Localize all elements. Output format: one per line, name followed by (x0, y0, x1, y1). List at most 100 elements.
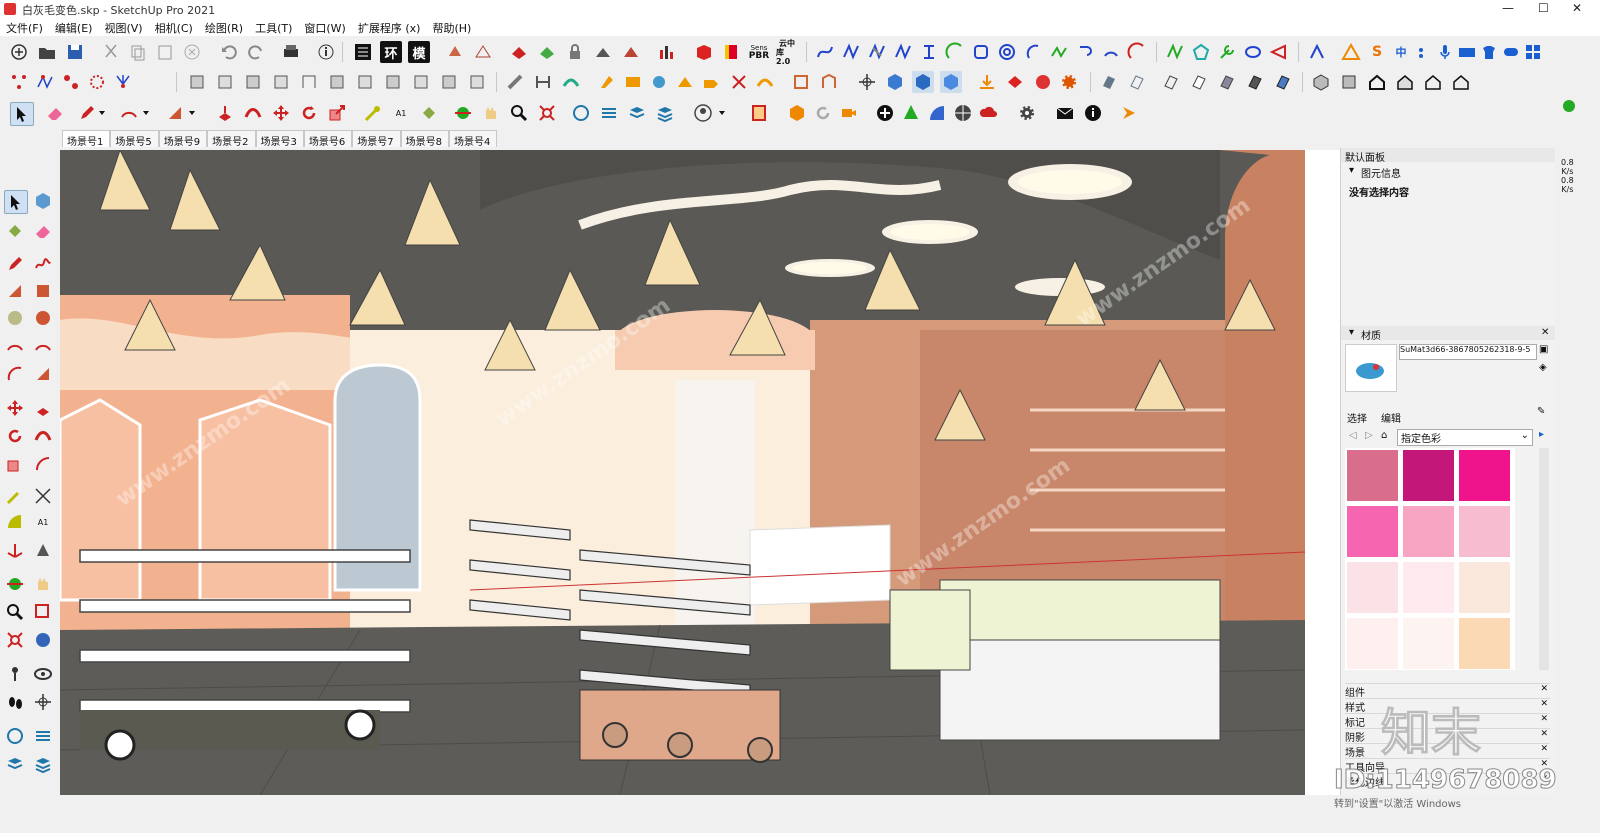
paint-bucket-icon[interactable] (418, 102, 440, 124)
cube-blue-3-icon[interactable] (940, 71, 962, 93)
text-tool-button[interactable]: A1 (390, 102, 412, 124)
rectangle-tool-icon[interactable] (164, 102, 186, 124)
tab-scene-5[interactable]: 场景号5 (110, 130, 159, 148)
import-tool-icon[interactable] (976, 71, 998, 93)
swatch[interactable] (1403, 506, 1454, 557)
sweep-tool-2-icon[interactable] (754, 71, 776, 93)
curve-tool-4-icon[interactable] (892, 41, 914, 63)
wall-tool-5-icon[interactable] (298, 71, 320, 93)
terrain-tool-icon[interactable] (592, 41, 614, 63)
palette-dimension-icon[interactable] (32, 485, 54, 507)
view-iso-icon[interactable] (1310, 71, 1332, 93)
swatch[interactable] (1459, 618, 1510, 669)
open-folder-icon[interactable] (36, 41, 58, 63)
palette-3dtext-icon[interactable] (32, 539, 54, 561)
move-tool-icon[interactable] (270, 102, 292, 124)
palette-rotate-icon[interactable] (4, 425, 26, 447)
palette-section-icon[interactable] (32, 691, 54, 713)
cloud-upload-icon[interactable] (978, 102, 1000, 124)
ime-game-icon[interactable] (1500, 41, 1522, 63)
material-pick-icon[interactable]: ▣ (1539, 344, 1551, 358)
materials-close-icon[interactable]: ✕ (1541, 327, 1549, 338)
style-hidden-icon[interactable] (1188, 71, 1210, 93)
palette-zoom-extents-icon[interactable] (4, 629, 26, 651)
weld-tool-icon[interactable] (1306, 41, 1328, 63)
palette-orbit-icon[interactable] (4, 573, 26, 595)
wall-tool-1-icon[interactable] (186, 71, 208, 93)
save-icon[interactable] (64, 41, 86, 63)
palette-layers-icon[interactable] (4, 753, 26, 775)
arc-tool-2-icon[interactable] (1022, 41, 1044, 63)
palette-move-icon[interactable] (4, 397, 26, 419)
account-icon[interactable] (692, 102, 714, 124)
palette-circle-icon[interactable] (4, 307, 26, 329)
close-icon[interactable]: ✕ (1540, 744, 1548, 754)
close-icon[interactable]: ✕ (1540, 699, 1548, 709)
gear-plugin-icon[interactable] (1058, 71, 1080, 93)
material-bucket-icon[interactable]: ◈ (1539, 362, 1551, 376)
push-pull-icon[interactable] (214, 102, 236, 124)
pan-tool-icon[interactable] (480, 102, 502, 124)
palette-extension-icon[interactable] (32, 725, 54, 747)
close-icon[interactable]: ✕ (1540, 714, 1548, 724)
section-tool-icon[interactable] (508, 41, 530, 63)
box-tool-2-icon[interactable] (818, 71, 840, 93)
ellipse-tool-icon[interactable] (1242, 41, 1264, 63)
scale-tool-icon[interactable] (326, 102, 348, 124)
view-front-icon[interactable] (1366, 71, 1388, 93)
swatch[interactable] (1403, 562, 1454, 613)
palette-component-icon[interactable] (32, 190, 54, 212)
menu-view[interactable]: 视图(V) (98, 18, 148, 36)
paint-tool-4-icon[interactable] (674, 71, 696, 93)
view-top-icon[interactable] (1338, 71, 1360, 93)
layers-icon[interactable] (626, 102, 648, 124)
materials-title[interactable]: 材质 (1361, 327, 1381, 342)
tab-scene-4[interactable]: 场景号4 (449, 130, 498, 148)
dots-tool-2-icon[interactable] (34, 71, 56, 93)
swatch[interactable] (1347, 562, 1398, 613)
ime-keyboard-icon[interactable] (1456, 41, 1478, 63)
tab-scene-1[interactable]: 场景号1 (62, 130, 111, 148)
palette-rot-rect-icon[interactable] (32, 280, 54, 302)
palette-pushpull-icon[interactable] (32, 397, 54, 419)
wall-tool-3-icon[interactable] (242, 71, 264, 93)
undo-icon[interactable] (218, 41, 240, 63)
palette-polygon-icon[interactable] (32, 307, 54, 329)
render-box-icon[interactable] (693, 41, 715, 63)
pbr-button[interactable]: Sens PBR (748, 41, 770, 63)
material-tool-icon[interactable] (444, 41, 466, 63)
palette-prev-view-icon[interactable] (32, 629, 54, 651)
move-axis-icon[interactable] (856, 71, 878, 93)
account-dropdown-icon[interactable] (716, 102, 728, 124)
wall-tool-8-icon[interactable] (382, 71, 404, 93)
palette-layers2-icon[interactable] (32, 753, 54, 775)
material-preview[interactable] (1345, 344, 1397, 392)
grid-plugin-icon[interactable] (352, 41, 374, 63)
select-tool-icon[interactable] (10, 102, 34, 126)
paint-tool-2-icon[interactable] (622, 71, 644, 93)
palette-arc3-icon[interactable] (4, 363, 26, 385)
ime-zhong-button[interactable]: 中 (1390, 41, 1412, 63)
tab-scene-6[interactable]: 场景号6 (303, 130, 353, 148)
brain-tool-icon[interactable] (1032, 71, 1054, 93)
material-collection-select[interactable]: 指定色彩 ⌄ (1397, 429, 1533, 446)
palette-warehouse-icon[interactable] (4, 725, 26, 747)
wall-tool-2-icon[interactable] (214, 71, 236, 93)
paste-icon[interactable] (154, 41, 176, 63)
wall-tool-11-icon[interactable] (466, 71, 488, 93)
plugin-arrow-icon[interactable] (1118, 102, 1140, 124)
view-right-icon[interactable] (1394, 71, 1416, 93)
grid-tool-icon[interactable] (472, 41, 494, 63)
paint-tool-5-icon[interactable] (700, 71, 722, 93)
curve-tool-2-icon[interactable] (840, 41, 862, 63)
palette-look-around-icon[interactable] (32, 663, 54, 685)
face-tool-1-icon[interactable] (1098, 71, 1120, 93)
entity-info-title[interactable]: 图元信息 (1361, 165, 1401, 180)
layers-2-icon[interactable] (654, 102, 676, 124)
palette-protractor-icon[interactable] (4, 511, 26, 533)
ext-warehouse-icon[interactable] (598, 102, 620, 124)
align-tool-icon[interactable] (532, 71, 554, 93)
mo-plugin-button[interactable]: 模 (408, 41, 430, 63)
wall-tool-10-icon[interactable] (438, 71, 460, 93)
view-back-icon[interactable] (1422, 71, 1444, 93)
